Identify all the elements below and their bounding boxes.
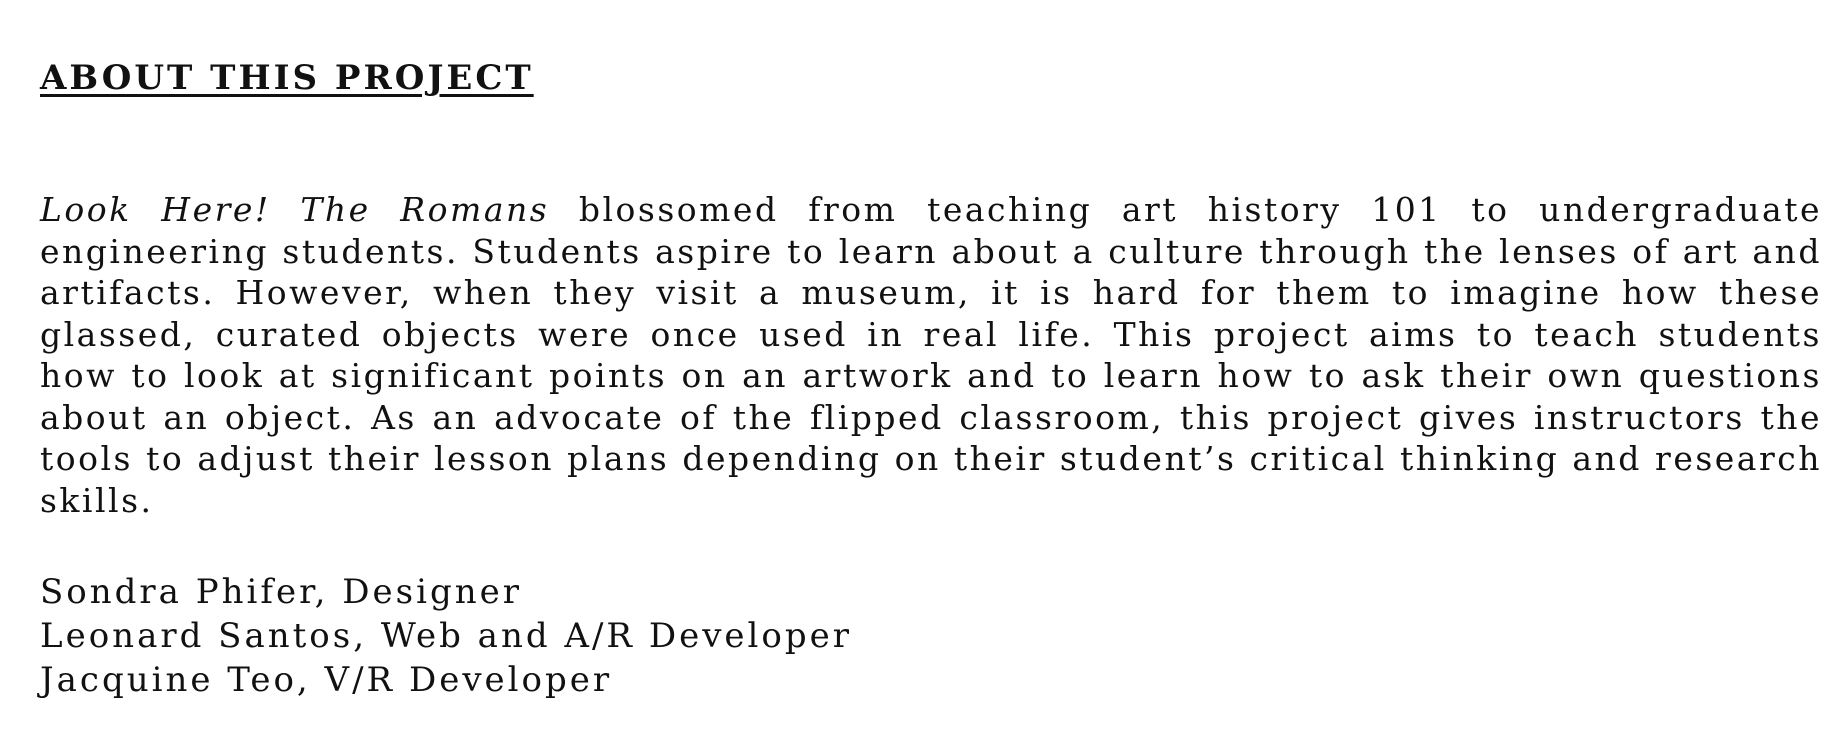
about-body-text: blossomed from teaching art history 101 …: [40, 190, 1822, 520]
credit-item: Leonard Santos, Web and A/R Developer: [40, 616, 853, 656]
credit-item: Sondra Phifer, Designer: [40, 572, 522, 612]
credit-item: Jacquine Teo, V/R Developer: [40, 660, 613, 700]
section-heading: ABOUT THIS PROJECT: [40, 58, 534, 98]
credits-list: Sondra Phifer, Designer Leonard Santos, …: [40, 570, 852, 702]
project-title: Look Here! The Romans: [40, 190, 550, 229]
about-paragraph: Look Here! The Romans blossomed from tea…: [40, 189, 1822, 521]
